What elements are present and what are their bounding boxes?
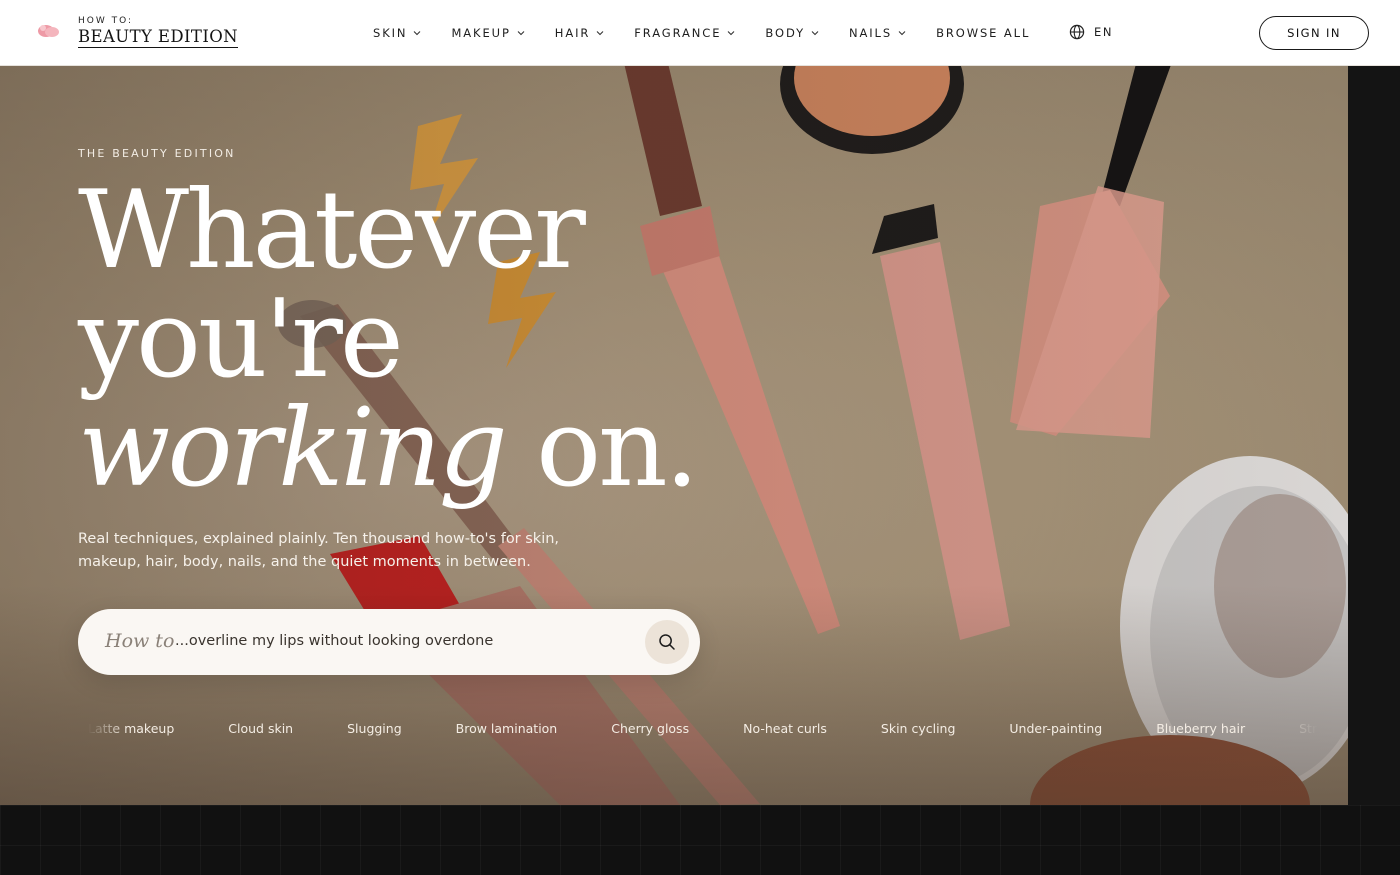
- nav-item-browse-all[interactable]: BROWSE ALL: [936, 26, 1030, 40]
- main-nav: SKIN MAKEUP HAIR FRAGRANCE BODY NAILS BR…: [373, 24, 1060, 42]
- hero-headline: Whatever you're working on.: [78, 168, 699, 503]
- nav-label: BROWSE ALL: [936, 26, 1031, 40]
- chevron-down-icon: [517, 31, 525, 36]
- next-section-dark: [0, 805, 1400, 875]
- trending-topic[interactable]: Under-painting: [1009, 721, 1102, 736]
- search-icon: [659, 634, 675, 650]
- trending-topics-marquee: Latte makeup Cloud skin Slugging Brow la…: [88, 718, 1318, 738]
- trending-topic[interactable]: Blueberry hair: [1156, 721, 1245, 736]
- nav-label: MAKEUP: [451, 26, 511, 40]
- trending-topic[interactable]: Skin cycling: [881, 721, 956, 736]
- nav-label: NAILS: [849, 26, 893, 40]
- nav-item-nails[interactable]: NAILS: [849, 26, 906, 40]
- search-input[interactable]: ...overline my lips without looking over…: [175, 633, 493, 649]
- trending-topic[interactable]: No-heat curls: [743, 721, 827, 736]
- chevron-down-icon: [811, 31, 819, 36]
- nav-item-body[interactable]: BODY: [765, 26, 819, 40]
- chevron-down-icon: [596, 31, 604, 36]
- trending-topic[interactable]: Latte makeup: [88, 721, 174, 736]
- headline-italic-word: working: [78, 386, 508, 511]
- trending-topic[interactable]: Cloud skin: [228, 721, 293, 736]
- hero-section: THE BEAUTY EDITION Whatever you're worki…: [0, 66, 1348, 805]
- right-edge-strip: [1348, 66, 1400, 805]
- nav-label: SKIN: [373, 26, 408, 40]
- nav-item-hair[interactable]: HAIR: [555, 26, 605, 40]
- headline-line-2: you're: [78, 277, 404, 402]
- chevron-down-icon: [414, 31, 421, 36]
- brand-name: BEAUTY EDITION: [78, 27, 239, 48]
- how-to-search-bar[interactable]: How to ...overline my lips without looki…: [78, 609, 700, 675]
- site-header: HOW TO: BEAUTY EDITION SKIN MAKEUP HAIR …: [0, 0, 1400, 66]
- brand-mark-icon: [38, 25, 59, 37]
- trending-topic[interactable]: Slugging: [347, 721, 402, 736]
- trending-topic[interactable]: Strawberry makeup: [1299, 721, 1318, 736]
- headline-line-3: working on.: [78, 394, 699, 503]
- language-selector[interactable]: EN: [1069, 24, 1113, 40]
- brand-tagline: HOW TO:: [78, 16, 134, 26]
- nav-item-makeup[interactable]: MAKEUP: [451, 26, 525, 40]
- nav-item-skin[interactable]: SKIN: [373, 26, 421, 40]
- language-label: EN: [1094, 25, 1114, 39]
- trending-topic[interactable]: Brow lamination: [456, 721, 558, 736]
- nav-label: HAIR: [554, 26, 591, 40]
- search-prefix: How to: [105, 630, 175, 652]
- headline-line-3-rest: on.: [504, 386, 699, 511]
- search-button[interactable]: [645, 620, 689, 664]
- nav-label: FRAGRANCE: [634, 26, 722, 40]
- headline-line-1: Whatever: [78, 168, 586, 293]
- nav-item-fragrance[interactable]: FRAGRANCE: [634, 26, 735, 40]
- globe-icon: [1069, 24, 1085, 40]
- chevron-down-icon: [728, 31, 735, 36]
- nav-label: BODY: [765, 26, 805, 40]
- sign-in-button[interactable]: SIGN IN: [1259, 16, 1369, 50]
- trending-topic[interactable]: Cherry gloss: [611, 721, 689, 736]
- chevron-down-icon: [898, 31, 906, 36]
- hero-eyebrow: THE BEAUTY EDITION: [78, 147, 236, 160]
- hero-description: Real techniques, explained plainly. Ten …: [78, 531, 560, 570]
